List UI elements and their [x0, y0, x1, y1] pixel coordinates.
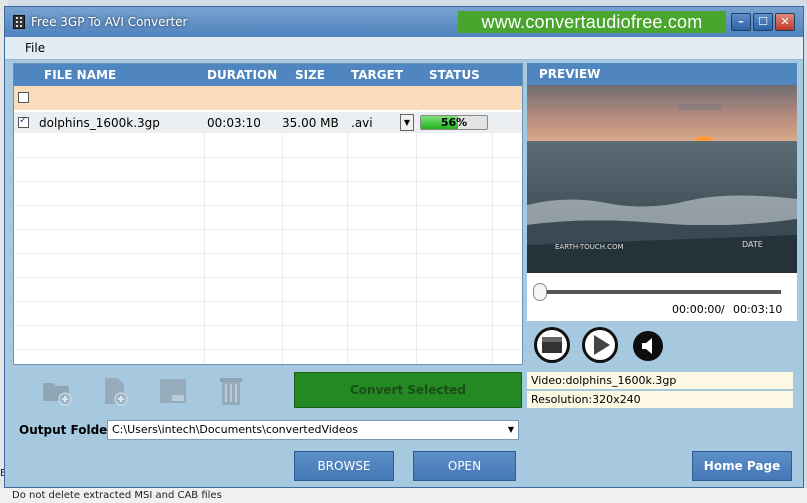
select-all-row [14, 86, 522, 110]
video-frame-image: EARTH-TOUCH.COM DATE [527, 85, 797, 273]
remove-icon[interactable] [157, 375, 189, 407]
time-separator: / [721, 303, 725, 316]
chevron-down-icon[interactable]: ▼ [508, 421, 514, 439]
app-window: Free 3GP To AVI Converter www.convertaud… [4, 6, 804, 488]
menu-bar: File [5, 37, 803, 60]
list-header: FILE NAME DURATION SIZE TARGET STATUS [14, 64, 522, 86]
row-checkbox[interactable] [18, 115, 29, 128]
stop-button[interactable] [534, 327, 570, 363]
window-title: Free 3GP To AVI Converter [31, 15, 188, 29]
list-grid [14, 134, 522, 364]
play-icon [594, 335, 610, 355]
header-file-name[interactable]: FILE NAME [44, 68, 116, 82]
add-folder-icon[interactable] [41, 375, 73, 407]
preview-header: PREVIEW [527, 63, 797, 85]
video-watermark: EARTH-TOUCH.COM [555, 243, 624, 251]
progress-label: 56% [440, 116, 468, 129]
minimize-button[interactable]: – [731, 13, 751, 31]
cell-target: .avi [351, 116, 373, 130]
header-size[interactable]: SIZE [295, 68, 325, 82]
menu-file[interactable]: File [25, 41, 45, 55]
mute-button[interactable] [633, 331, 663, 361]
current-time: 00:00:00 [672, 303, 722, 316]
output-folder-label: Output Folder [19, 423, 114, 437]
seek-slider-handle[interactable] [533, 283, 547, 301]
website-banner[interactable]: www.convertaudiofree.com [458, 11, 726, 33]
play-button[interactable] [582, 327, 618, 363]
close-button[interactable]: ✕ [775, 13, 795, 31]
cell-file-name: dolphins_1600k.3gp [39, 116, 160, 130]
film-icon [13, 15, 25, 29]
open-button[interactable]: OPEN [413, 451, 516, 481]
target-dropdown-button[interactable]: ▼ [400, 114, 414, 131]
table-row[interactable]: dolphins_1600k.3gp 00:03:10 35.00 MB .av… [14, 112, 522, 133]
header-duration[interactable]: DURATION [207, 68, 277, 82]
home-page-button[interactable]: Home Page [692, 451, 792, 481]
video-preview[interactable]: EARTH-TOUCH.COM DATE [527, 85, 797, 273]
convert-selected-button[interactable]: Convert Selected [294, 372, 522, 408]
output-folder-select[interactable]: C:\Users\intech\Documents\convertedVideo… [107, 420, 519, 440]
video-info: Video:dolphins_1600k.3gp [527, 372, 793, 389]
speaker-icon [642, 338, 652, 354]
add-file-icon[interactable] [99, 375, 131, 407]
trash-icon[interactable] [215, 375, 247, 407]
output-folder-path: C:\Users\intech\Documents\convertedVideo… [112, 423, 359, 436]
seek-track[interactable] [541, 290, 781, 294]
header-status[interactable]: STATUS [429, 68, 480, 82]
stop-icon [542, 337, 562, 353]
cell-size: 35.00 MB [282, 116, 339, 130]
background-status-text: Do not delete extracted MSI and CAB file… [0, 488, 807, 503]
maximize-button[interactable]: ☐ [753, 13, 773, 31]
cell-duration: 00:03:10 [207, 116, 261, 130]
video-date-overlay: DATE [742, 240, 763, 249]
browse-button[interactable]: BROWSE [294, 451, 394, 481]
select-all-checkbox[interactable] [18, 92, 29, 103]
status-progress-bar: 56% [420, 115, 488, 130]
total-time: 00:03:10 [733, 303, 783, 316]
resolution-info: Resolution:320x240 [527, 391, 793, 408]
seek-panel: 00:00:00 / 00:03:10 [527, 273, 797, 321]
file-list: FILE NAME DURATION SIZE TARGET STATUS do… [13, 63, 523, 365]
header-target[interactable]: TARGET [351, 68, 403, 82]
title-bar[interactable]: Free 3GP To AVI Converter www.convertaud… [5, 7, 803, 37]
